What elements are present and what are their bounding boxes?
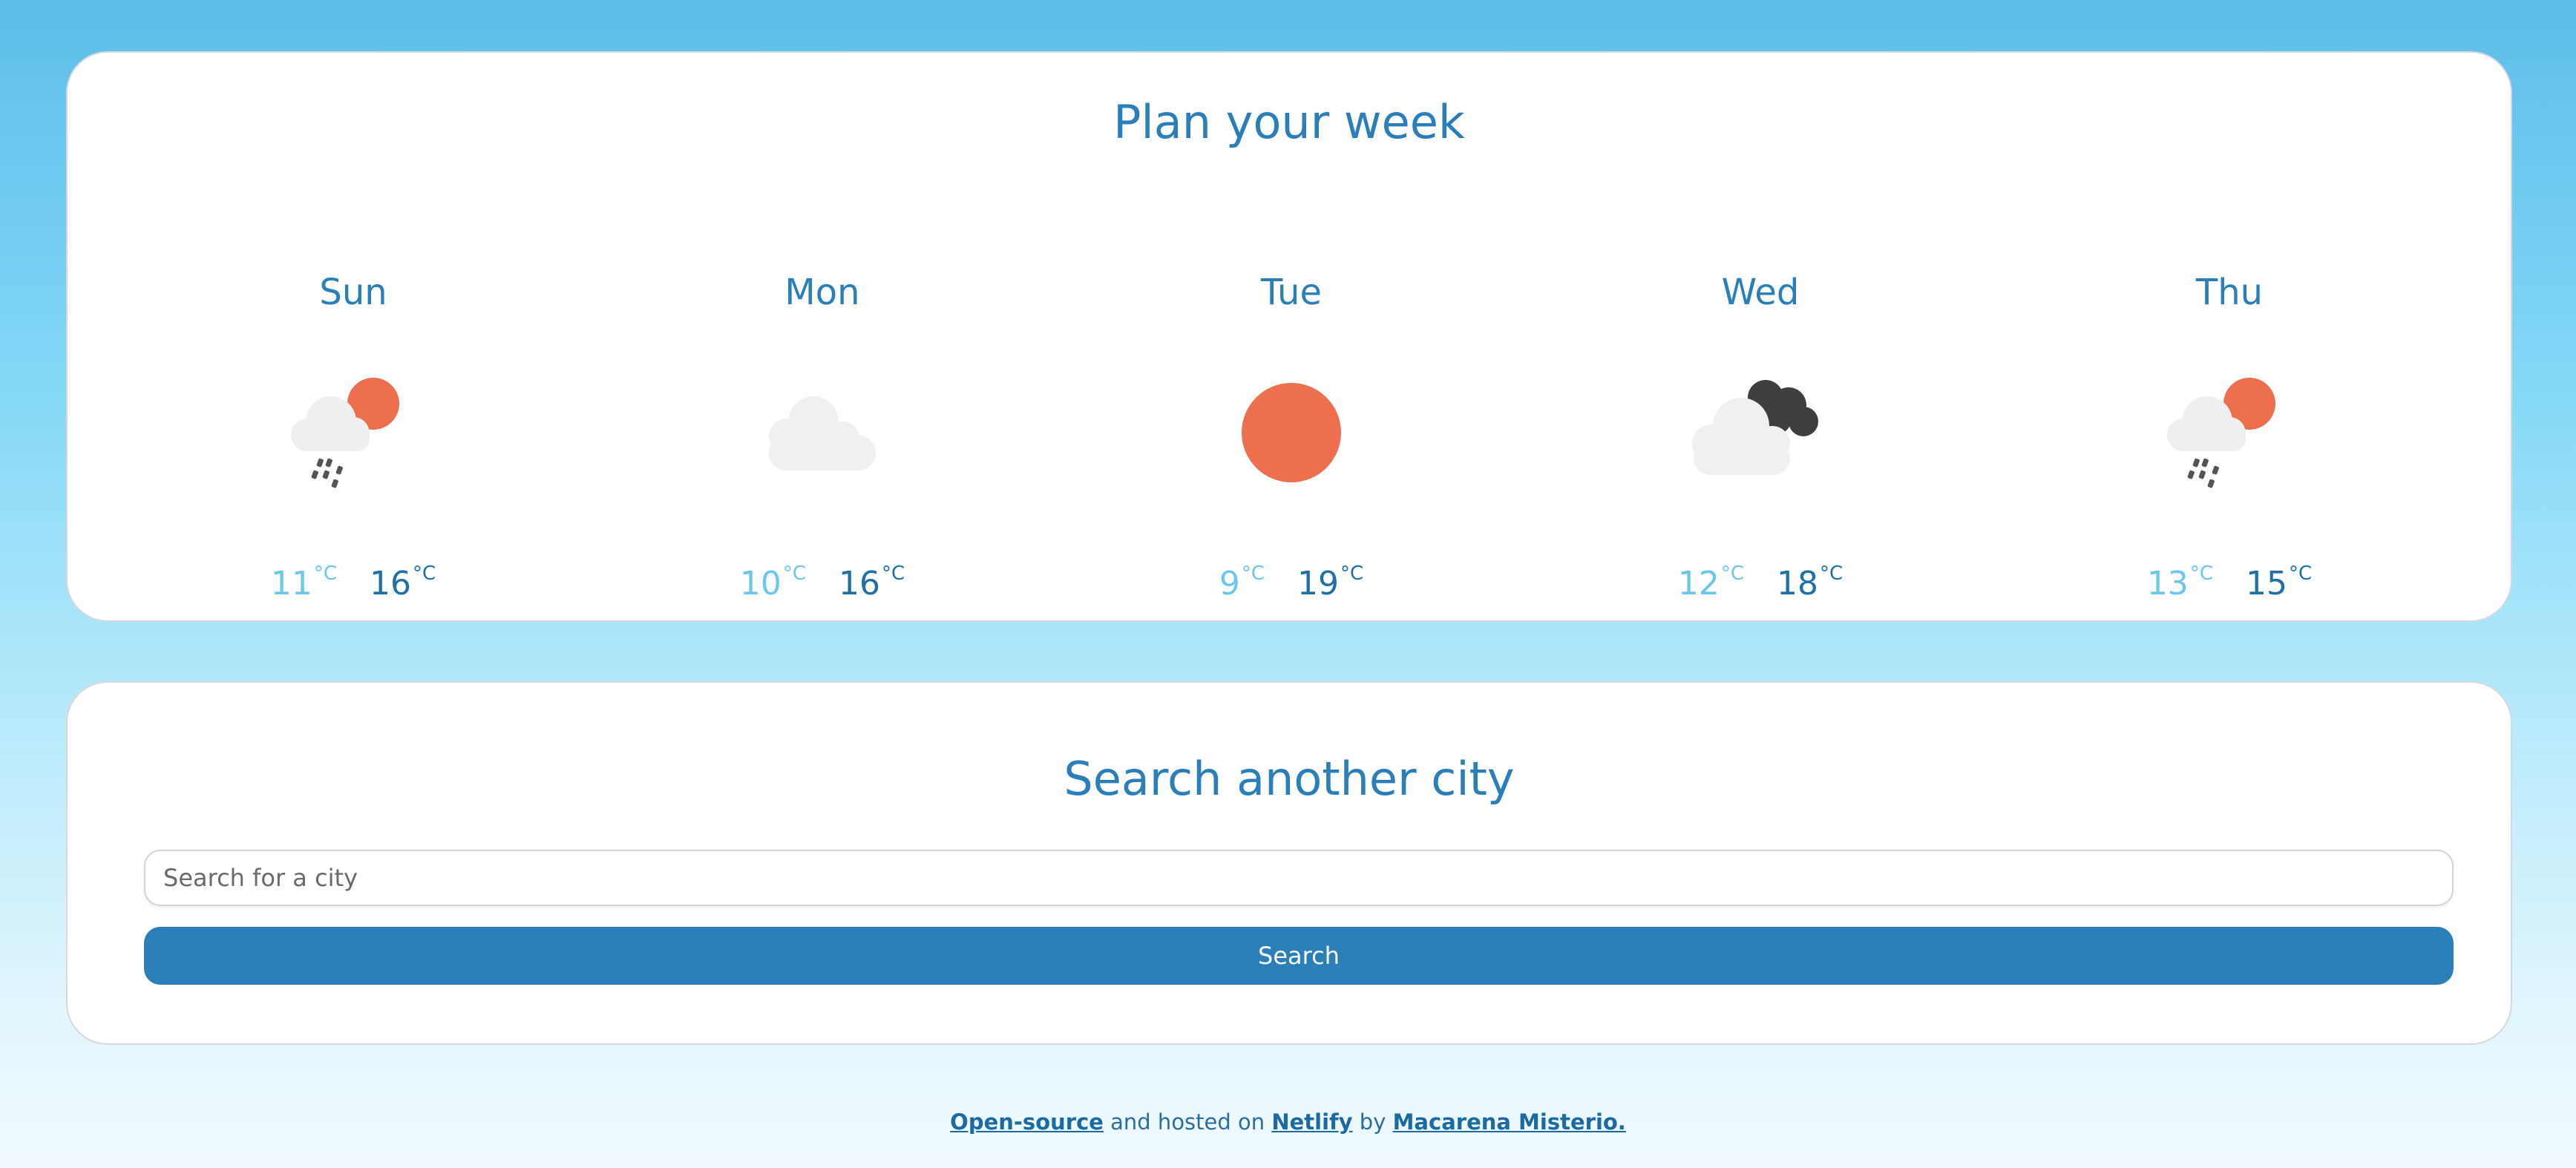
sun-icon [1242,383,1341,482]
min-temp: 10°C [739,562,806,603]
forecast-day-sun: Sun 11°C 16°C [131,194,576,609]
min-temp: 9°C [1219,562,1265,603]
temperature-range: 12°C 18°C [1538,551,1983,606]
max-temp: 16°C [839,562,905,603]
city-search-input[interactable] [144,850,2454,906]
min-temp: 12°C [1677,562,1744,603]
sun-cloud-rain-icon [291,378,399,488]
forecast-title: Plan your week [1113,95,1465,149]
author-link[interactable]: Macarena Misterio. [1393,1109,1626,1135]
min-temp: 13°C [2146,562,2213,603]
max-temp: 16°C [370,562,436,603]
temperature-range: 11°C 16°C [131,551,576,606]
forecast-day-tue: Tue 9°C 19°C [1069,194,1514,609]
day-name: Wed [1721,272,1800,313]
day-name: Tue [1261,272,1322,313]
temperature-range: 9°C 19°C [1069,551,1514,606]
day-name: Thu [2195,272,2264,313]
dark-clouds-icon [1692,380,1818,475]
temperature-range: 13°C 15°C [2007,551,2452,606]
sun-cloud-rain-icon [2167,378,2275,488]
footer-text-hosted: and hosted on [1103,1109,1272,1135]
max-temp: 19°C [1297,562,1364,603]
cloud-icon [769,396,876,470]
max-temp: 15°C [2246,562,2313,603]
netlify-link[interactable]: Netlify [1271,1109,1352,1135]
max-temp: 18°C [1777,562,1843,603]
search-button[interactable]: Search [144,927,2454,985]
open-source-link[interactable]: Open-source [950,1109,1104,1135]
forecast-day-thu: Thu 13°C 15°C [2007,194,2452,609]
footer: Open-source and hosted on Netlify by Mac… [0,1109,2576,1135]
day-name: Sun [319,272,387,313]
forecast-card: Plan your week Sun 11°C 16°C Mon 10°C 16… [66,51,2512,622]
forecast-day-mon: Mon 10°C 16°C [600,194,1045,609]
forecast-day-wed: Wed 12°C 18°C [1538,194,1983,609]
footer-text-by: by [1352,1109,1393,1135]
day-name: Mon [784,272,860,313]
search-title: Search another city [1063,752,1515,806]
temperature-range: 10°C 16°C [600,551,1045,606]
search-card: Search another city Search [66,681,2512,1045]
min-temp: 11°C [270,562,337,603]
